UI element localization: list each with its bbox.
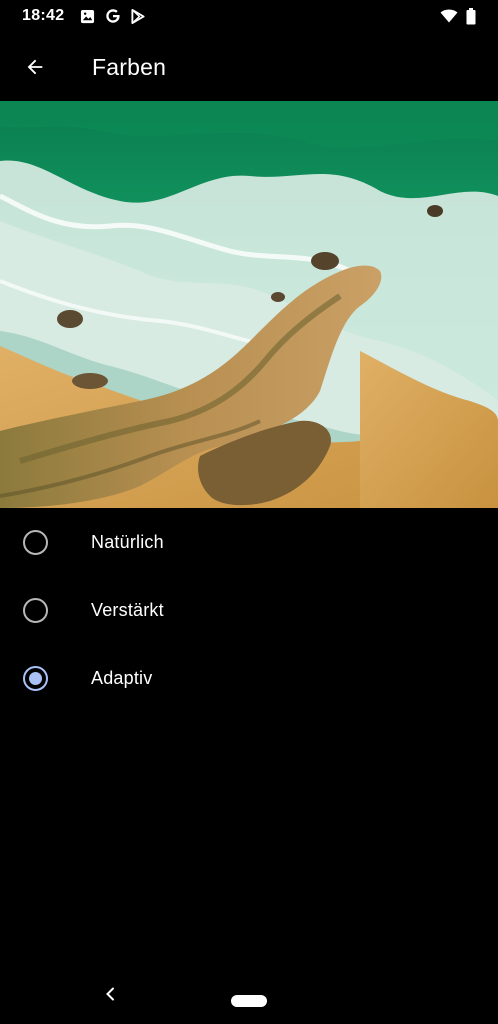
back-button[interactable]: [0, 32, 70, 102]
app-bar: Farben: [0, 32, 498, 102]
radio-button[interactable]: [0, 576, 70, 644]
option-label: Verstärkt: [91, 599, 164, 620]
nav-home-pill[interactable]: [231, 995, 267, 1007]
radio-dot: [28, 671, 42, 685]
radio-button[interactable]: [0, 508, 70, 576]
option-label: Adaptiv: [91, 667, 153, 688]
arrow-left-icon: [24, 56, 46, 78]
radio-button[interactable]: [0, 644, 70, 712]
page-title: Farben: [92, 53, 167, 80]
nav-back-icon: [104, 987, 116, 1001]
color-mode-options: Natürlich Verstärkt Adaptiv: [0, 508, 498, 712]
radio-selected-icon: [22, 665, 48, 691]
system-icons: [440, 7, 476, 25]
battery-icon: [466, 7, 476, 25]
option-natuerlich[interactable]: Natürlich: [0, 508, 498, 576]
status-time: 18:42: [22, 7, 65, 24]
radio-unselected-icon: [22, 529, 48, 555]
option-label: Natürlich: [91, 531, 164, 552]
radio-unselected-icon: [22, 597, 48, 623]
wifi-icon: [440, 9, 458, 23]
navigation-bar: [0, 966, 498, 1024]
google-icon: [105, 8, 121, 24]
color-preview-image: [0, 101, 498, 508]
option-adaptiv[interactable]: Adaptiv: [0, 644, 498, 712]
nav-back-button[interactable]: [98, 982, 122, 1006]
play-store-icon: [131, 8, 145, 24]
notification-icons: [80, 8, 145, 24]
image-icon: [80, 9, 95, 24]
option-verstaerkt[interactable]: Verstärkt: [0, 576, 498, 644]
status-bar: 18:42: [0, 0, 498, 32]
